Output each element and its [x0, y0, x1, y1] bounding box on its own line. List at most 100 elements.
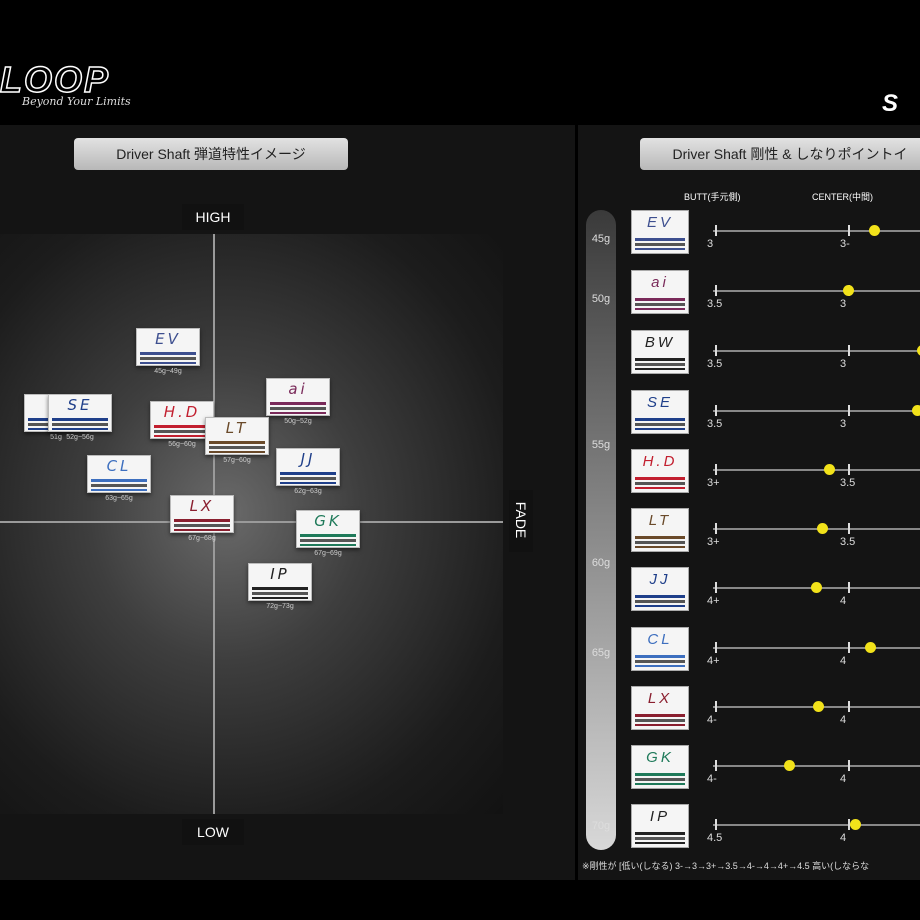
stiffness-track [713, 290, 920, 292]
shaft-stripe [635, 368, 685, 370]
axis-label-high: HIGH [182, 204, 244, 230]
flex-point-dot [817, 523, 828, 534]
shaft-stripe [635, 665, 685, 667]
shaft-marker-jj: JJ [276, 448, 340, 486]
shaft-stripe [635, 842, 685, 844]
shaft-marker-se: SE [48, 394, 112, 432]
shaft-stripe [280, 472, 336, 475]
shaft-stripe [140, 352, 196, 355]
stiffness-tick-butt [715, 285, 717, 296]
stiffness-track [713, 410, 920, 412]
stiffness-value-center: 3.5 [840, 477, 856, 489]
row-shaft-ev: EV [631, 210, 689, 254]
stiffness-footnote: ※剛性が [低い(しなる) 3-→3→3+→3.5→4-→4→4+→4.5 高い… [582, 861, 870, 871]
stiffness-value-butt: 3+ [707, 536, 720, 548]
shaft-stripe [635, 238, 685, 241]
stiffness-value-butt: 4.5 [707, 832, 723, 844]
shaft-marker-lx: LX [170, 495, 234, 533]
stiffness-tick-center [848, 523, 850, 534]
row-shaft-cl: CL [631, 627, 689, 671]
shaft-stripe [174, 524, 230, 527]
shaft-stripe [270, 412, 326, 414]
shaft-marker-lt: LT [205, 417, 269, 455]
shaft-stripe [209, 446, 265, 449]
stiffness-title: Driver Shaft 剛性 & しなりポイントイ [640, 138, 920, 170]
shaft-stripe [252, 592, 308, 595]
stiffness-tick-center [848, 642, 850, 653]
stiffness-value-center: 3- [840, 238, 850, 250]
row-shaft-jj: JJ [631, 567, 689, 611]
stiffness-track [713, 647, 920, 649]
flex-point-dot [784, 760, 795, 771]
stiffness-value-butt: 4+ [707, 595, 720, 607]
stiffness-tick-butt [715, 464, 717, 475]
stiffness-tick-center [848, 405, 850, 416]
shaft-stripe [635, 298, 685, 301]
shaft-marker-cl: CL [87, 455, 151, 493]
stiffness-value-center: 3 [840, 298, 847, 310]
shaft-marker-name: EV [155, 330, 181, 348]
brand-mark-right: S [882, 90, 899, 117]
stiffness-tick-butt [715, 405, 717, 416]
stiffness-value-butt: 4+ [707, 655, 720, 667]
weight-scale-label: 70g [591, 820, 611, 832]
shaft-stripe [635, 428, 685, 430]
row-shaft-name: LT [648, 512, 672, 529]
flex-point-dot [850, 819, 861, 830]
row-shaft-ip: IP [631, 804, 689, 848]
shaft-stripe [635, 477, 685, 480]
trajectory-title: Driver Shaft 弾道特性イメージ [74, 138, 348, 170]
weight-scale-bar [586, 210, 616, 850]
shaft-marker-ai: ai [266, 378, 330, 416]
row-shaft-name: SE [646, 394, 673, 411]
shaft-marker-name: CL [106, 457, 132, 475]
stiffness-tick-butt [715, 523, 717, 534]
shaft-stripe [252, 587, 308, 590]
shaft-stripe [635, 660, 685, 663]
shaft-marker-ev: EV [136, 328, 200, 366]
shaft-weight-label: 67g~68g [188, 535, 216, 542]
shaft-marker-gk: GK [296, 510, 360, 548]
shaft-weight-label: 57g~60g [223, 457, 251, 464]
shaft-stripe [635, 248, 685, 250]
stiffness-value-center: 4 [840, 595, 847, 607]
flex-point-dot [813, 701, 824, 712]
shaft-weight-label: 45g~49g [154, 368, 182, 375]
shaft-weight-label: 63g~65g [105, 495, 133, 502]
weight-scale-label: 50g [591, 293, 611, 305]
shaft-stripe [154, 435, 210, 437]
stiffness-value-center: 3 [840, 358, 847, 370]
shaft-stripe [635, 418, 685, 421]
shaft-stripe [300, 539, 356, 542]
row-shaft-bw: BW [631, 330, 689, 374]
shaft-stripe [91, 489, 147, 491]
shaft-stripe [91, 479, 147, 482]
shaft-stripe [635, 487, 685, 489]
row-shaft-name: IP [649, 808, 671, 825]
shaft-stripe [635, 778, 685, 781]
shaft-stripe [635, 837, 685, 840]
stiffness-tick-butt [715, 642, 717, 653]
row-shaft-lx: LX [631, 686, 689, 730]
stiffness-tick-butt [715, 701, 717, 712]
row-shaft-name: LX [647, 690, 673, 707]
shaft-weight-label: 62g~63g [294, 488, 322, 495]
shaft-stripe [635, 724, 685, 726]
column-head-center: CENTER(中間) [812, 192, 873, 202]
shaft-stripe [280, 477, 336, 480]
stiffness-tick-butt [715, 225, 717, 236]
shaft-stripe [300, 534, 356, 537]
row-shaft-name: JJ [649, 571, 671, 588]
shaft-marker-name: LX [189, 497, 215, 515]
stiffness-value-center: 3.5 [840, 536, 856, 548]
stiffness-tick-center [848, 701, 850, 712]
stiffness-tick-butt [715, 819, 717, 830]
weight-scale-label: 60g [591, 557, 611, 569]
shaft-stripe [209, 441, 265, 444]
stiffness-track [713, 230, 920, 232]
shaft-stripe [635, 308, 685, 310]
stiffness-value-center: 4 [840, 714, 847, 726]
shaft-stripe [252, 597, 308, 599]
shaft-stripe [635, 605, 685, 607]
stiffness-value-center: 4 [840, 655, 847, 667]
